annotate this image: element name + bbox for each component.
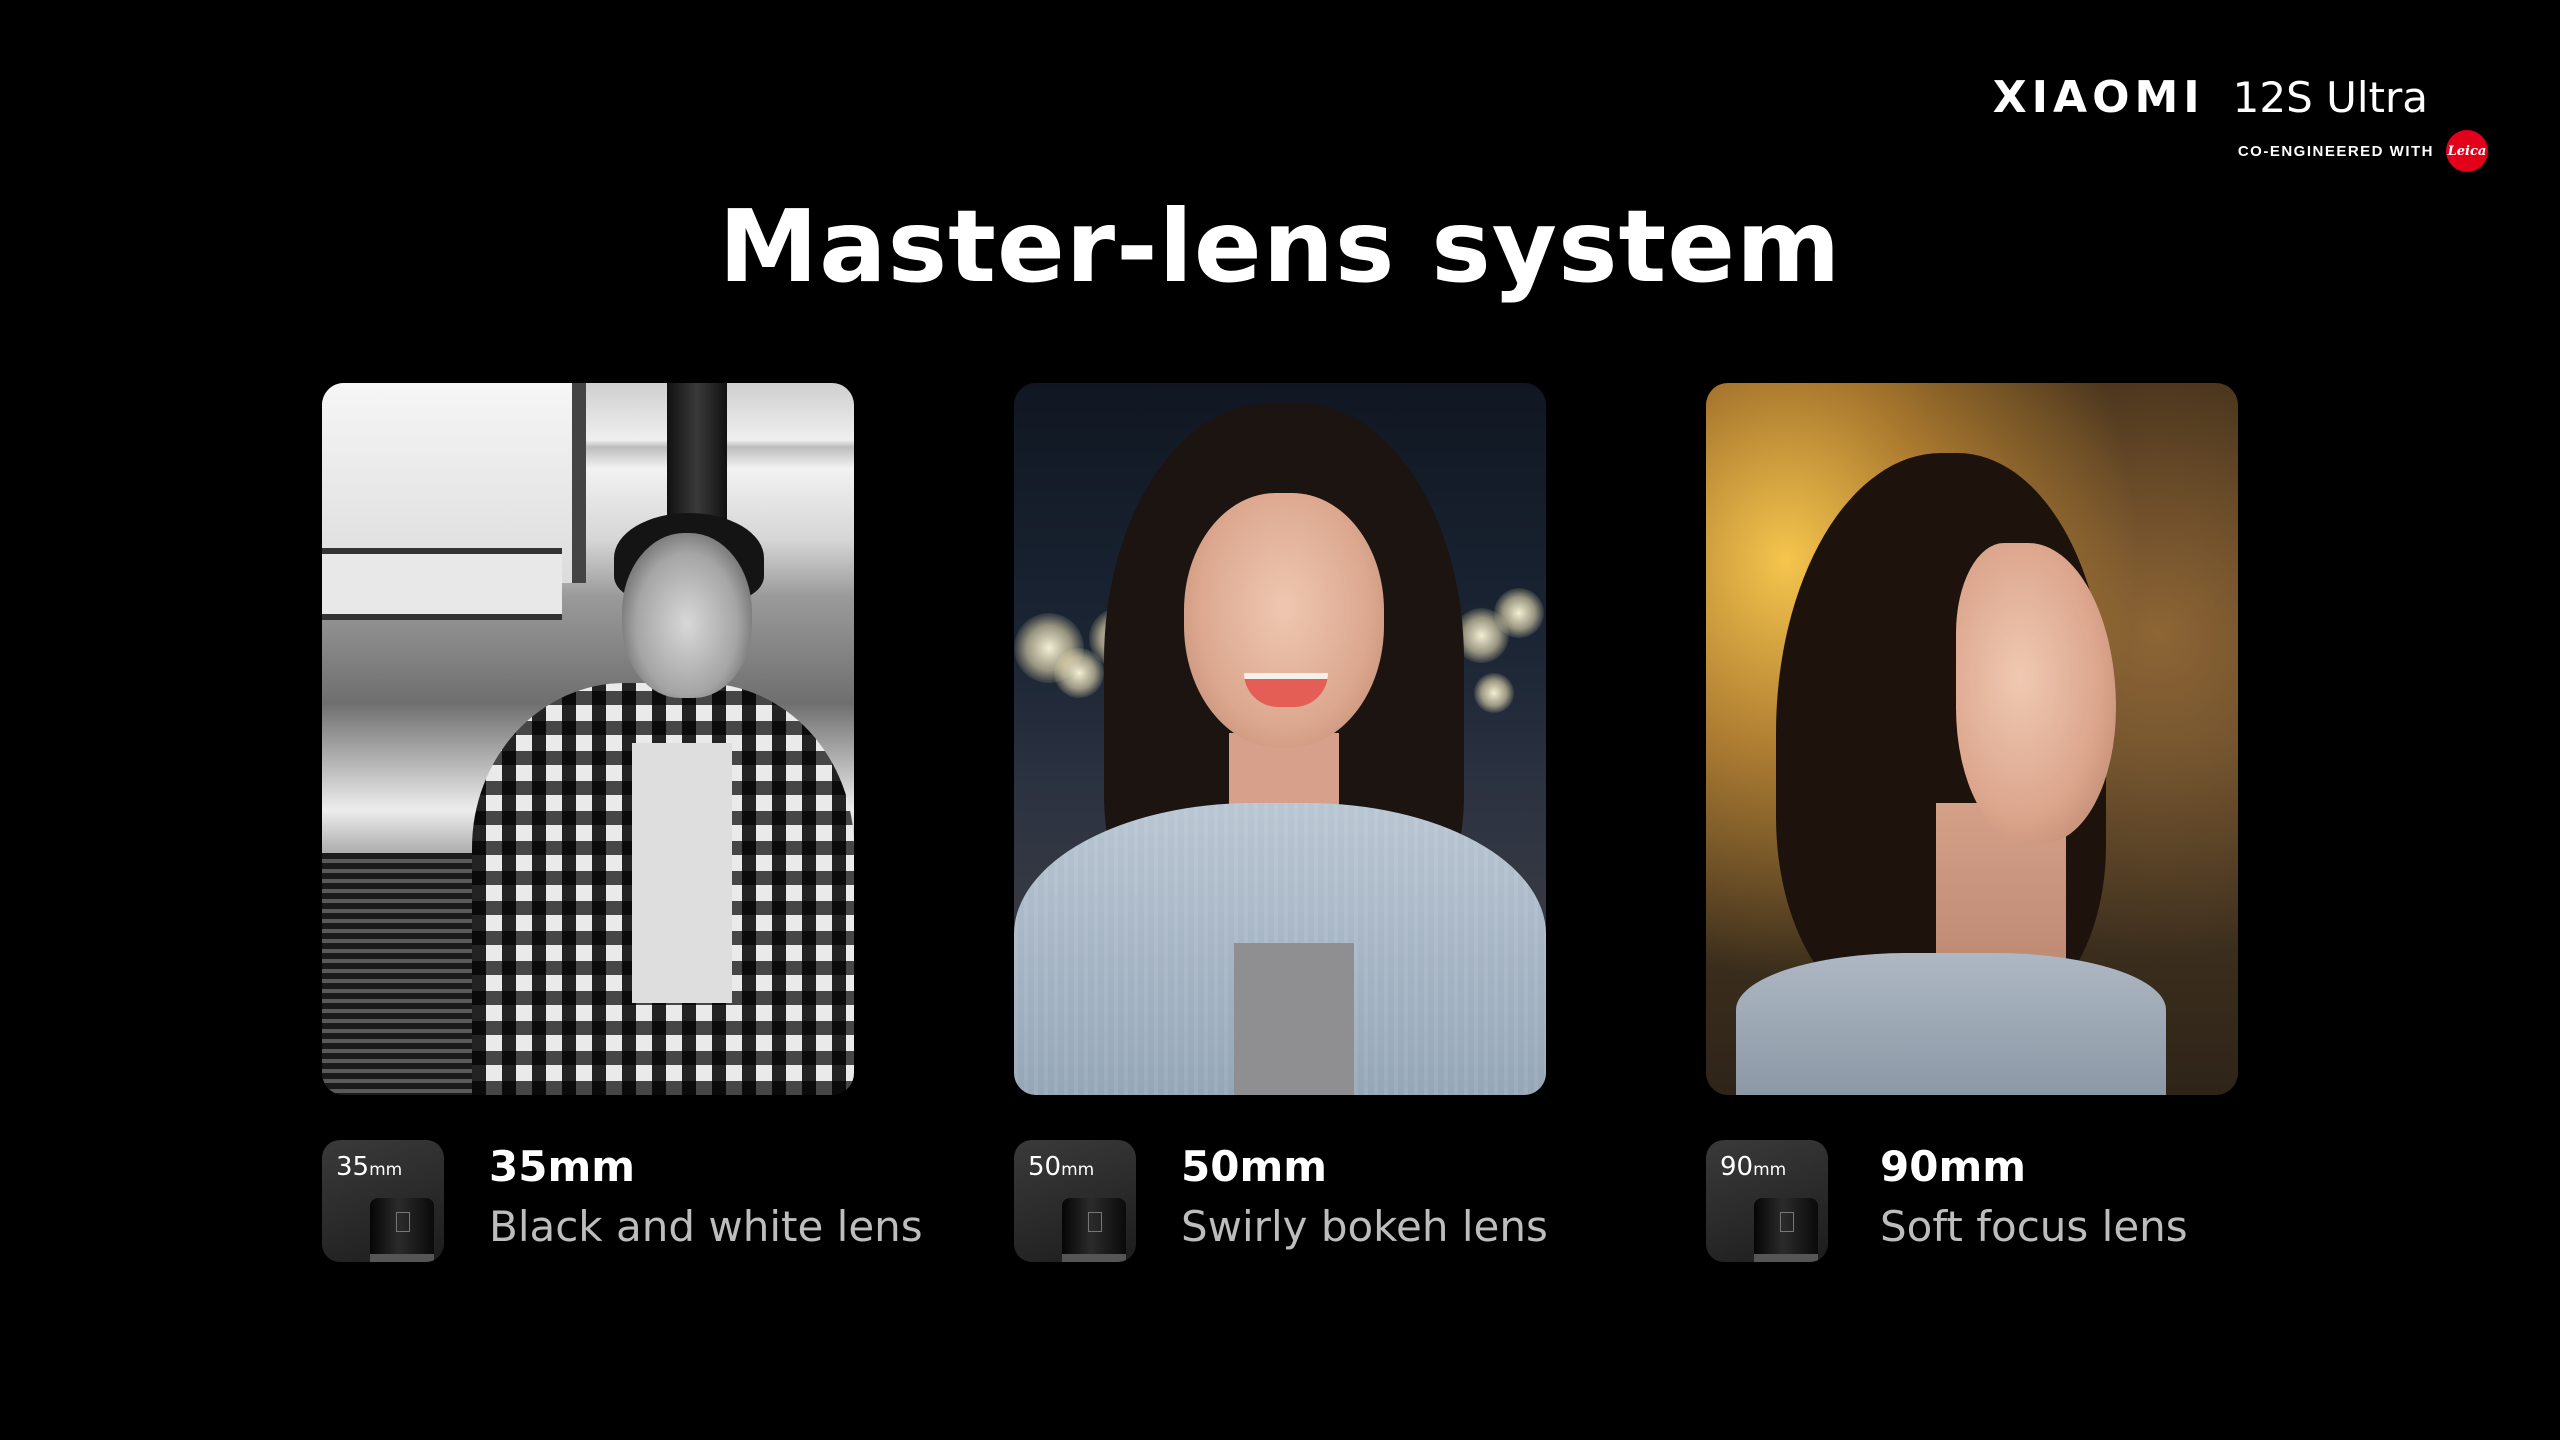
lens-description: Black and white lens [489,1202,923,1251]
lens-thumbnail-35mm: 35mm [322,1140,444,1262]
lens-badge-text: 50mm [1028,1152,1095,1182]
lens-label-row: 35mm 35mm Black and white lens [322,1140,942,1262]
lens-thumbnail-90mm: 90mm [1706,1140,1828,1262]
lens-description: Soft focus lens [1880,1202,2188,1251]
soft-focus-portrait-image [1706,383,2238,1095]
lens-focal-length: 50mm [1181,1142,1327,1191]
black-and-white-portrait-image [322,383,854,1095]
camera-lens-icon [370,1198,434,1262]
lens-card-35mm: 35mm 35mm Black and white lens [322,383,923,1262]
brand-wordmark-row: XIAOMI 12S Ultra [1993,72,2428,123]
lens-description: Swirly bokeh lens [1181,1202,1548,1251]
model-name: 12S Ultra [2232,73,2428,122]
leica-logo-icon: Leica [2446,130,2488,172]
lens-focal-length: 90mm [1880,1142,2026,1191]
lens-card-90mm: 90mm 90mm Soft focus lens [1706,383,2238,1262]
camera-lens-icon [1754,1198,1818,1262]
co-engineered-text: CO-ENGINEERED WITH [2237,142,2434,160]
camera-lens-icon [1062,1198,1126,1262]
brand-lockup: XIAOMI 12S Ultra CO-ENGINEERED WITH Leic… [1928,72,2488,182]
lens-label-row: 50mm 50mm Swirly bokeh lens [1014,1140,1634,1262]
xiaomi-logo: XIAOMI [1992,72,2205,123]
lens-label-row: 90mm 90mm Soft focus lens [1706,1140,2326,1262]
lens-thumbnail-50mm: 50mm [1014,1140,1136,1262]
lens-card-50mm: 50mm 50mm Swirly bokeh lens [1014,383,1548,1262]
co-engineered-row: CO-ENGINEERED WITH Leica [2238,130,2488,172]
page-title: Master-lens system [718,188,1842,305]
lens-badge-text: 35mm [336,1152,403,1182]
lens-focal-length: 35mm [489,1142,635,1191]
swirly-bokeh-portrait-image [1014,383,1546,1095]
lens-badge-text: 90mm [1720,1152,1787,1182]
